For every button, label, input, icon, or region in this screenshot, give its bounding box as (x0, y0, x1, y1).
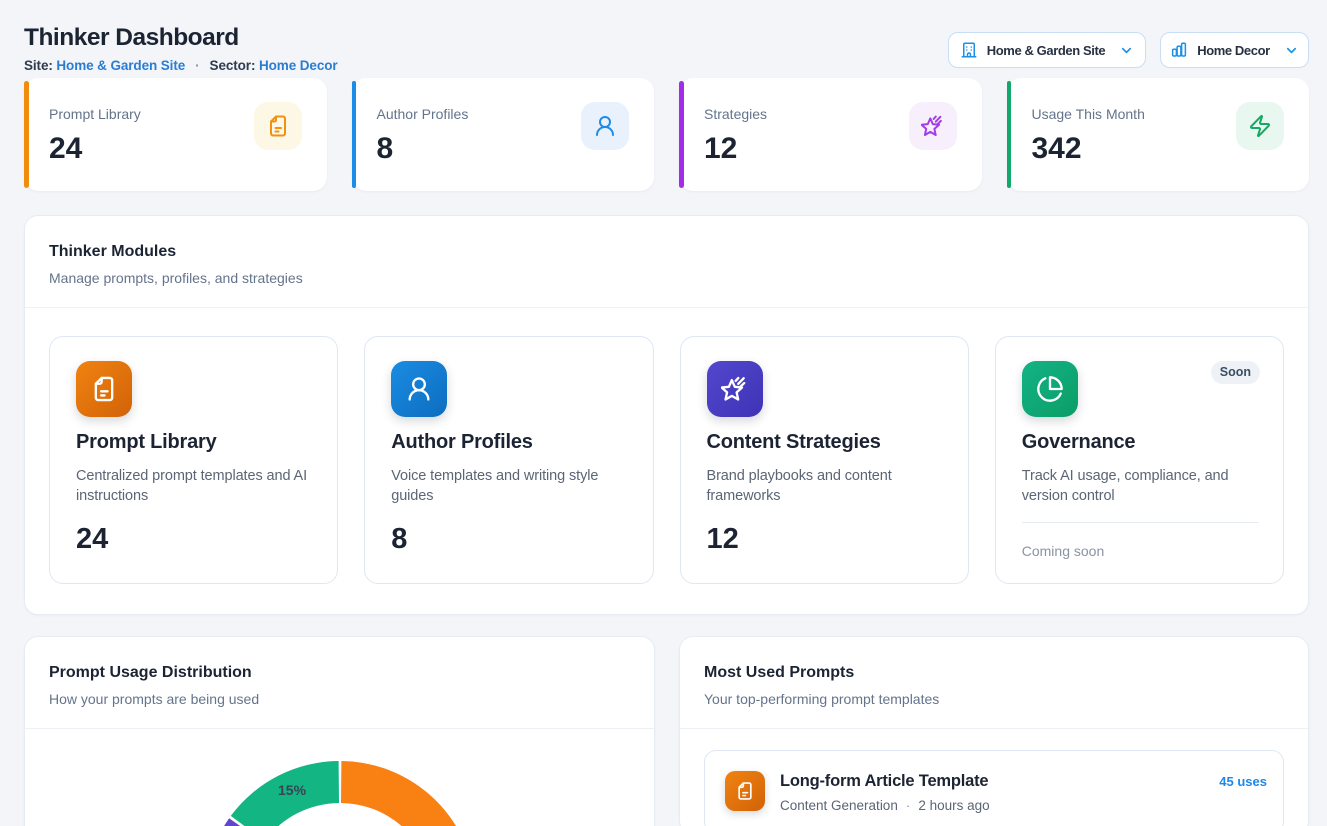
svg-text:15%: 15% (278, 782, 307, 798)
